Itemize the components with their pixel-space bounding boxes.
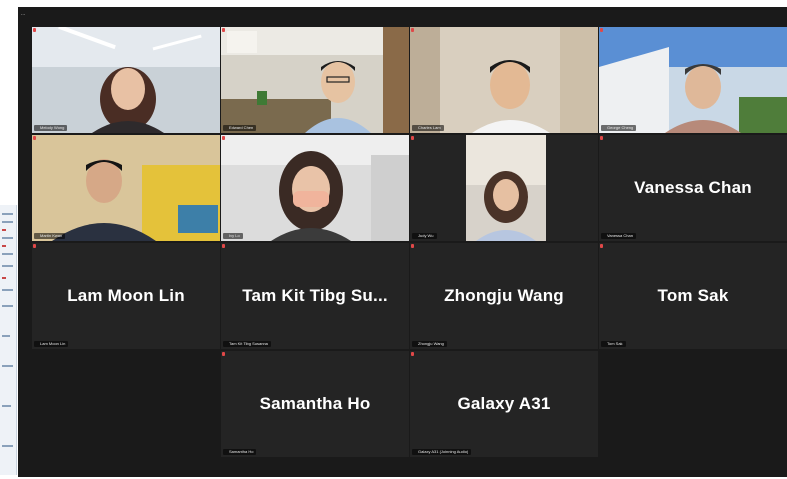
participant-name-label: Martin Kwan (34, 233, 66, 239)
background-document-window (0, 205, 17, 475)
participant-name-label: Galaxy A31 (Joinning Audio) (412, 449, 472, 455)
participant-name-label: Ivy Lo (223, 233, 243, 239)
muted-mic-icon (411, 136, 414, 140)
participant-name-label: Tam Kit Tibg Susanna (223, 341, 271, 347)
muted-mic-icon (222, 28, 225, 32)
muted-mic-icon (600, 244, 603, 248)
window-top-strip: ... (18, 7, 787, 27)
participant-name-label: Vanessa Chan (601, 233, 636, 239)
participant-name-label: Tom Sak (601, 341, 626, 347)
muted-mic-icon (600, 136, 603, 140)
participant-name-label: Samantha Ho (223, 449, 257, 455)
muted-mic-icon (222, 136, 225, 140)
participant-video (410, 27, 598, 133)
muted-mic-icon (411, 352, 414, 356)
muted-mic-icon (222, 352, 225, 356)
participant-tile[interactable]: Ivy Lo (221, 135, 409, 241)
participant-tile[interactable]: Tam Kit Tibg Su... Tam Kit Tibg Susanna (221, 243, 409, 349)
participant-tile[interactable]: Charles Lam (410, 27, 598, 133)
muted-mic-icon (33, 244, 36, 248)
muted-mic-icon (411, 244, 414, 248)
participant-video (32, 27, 220, 133)
participant-video (221, 27, 409, 133)
muted-mic-icon (600, 28, 603, 32)
participant-name-label: Lam Moon Lin (34, 341, 69, 347)
participant-tile[interactable]: Judy Wu (410, 135, 598, 241)
participant-display-name: Tom Sak (657, 286, 729, 305)
participant-name-label: George Cheng (601, 125, 637, 131)
participant-tile[interactable]: Zhongju Wang Zhongju Wang (410, 243, 598, 349)
participant-tile[interactable]: Tom Sak Tom Sak (599, 243, 787, 349)
participant-display-name: Zhongju Wang (444, 286, 564, 305)
participant-tile[interactable]: Melody Wong (32, 27, 220, 133)
participant-tile[interactable]: George Cheng (599, 27, 787, 133)
participant-name-label: Judy Wu (412, 233, 437, 239)
muted-mic-icon (222, 244, 225, 248)
participant-name-label: Zhongju Wang (412, 341, 447, 347)
video-call-window: ... Melody Wong Edward Chen Charles Lam … (18, 7, 787, 477)
participant-video (410, 135, 598, 241)
window-title: ... (21, 11, 26, 17)
participant-display-name: Lam Moon Lin (67, 286, 185, 305)
participant-name-label: Melody Wong (34, 125, 68, 131)
participant-tile[interactable]: Vanessa Chan Vanessa Chan (599, 135, 787, 241)
participant-tile[interactable]: Galaxy A31 Galaxy A31 (Joinning Audio) (410, 351, 598, 457)
participant-tile[interactable]: Samantha Ho Samantha Ho (221, 351, 409, 457)
participant-display-name: Samantha Ho (259, 394, 371, 413)
participant-tile[interactable]: Lam Moon Lin Lam Moon Lin (32, 243, 220, 349)
participant-video (32, 135, 220, 241)
participant-video (221, 135, 409, 241)
participant-tile[interactable]: Martin Kwan (32, 135, 220, 241)
participant-name-label: Charles Lam (412, 125, 444, 131)
participant-tile-active-speaker[interactable]: Edward Chen (221, 27, 409, 133)
participant-display-name: Vanessa Chan (634, 178, 752, 197)
participant-display-name: Tam Kit Tibg Su... (242, 286, 388, 305)
muted-mic-icon (33, 28, 36, 32)
participant-video (599, 27, 787, 133)
participant-display-name: Galaxy A31 (457, 394, 551, 413)
muted-mic-icon (33, 136, 36, 140)
muted-mic-icon (411, 28, 414, 32)
participant-name-label: Edward Chen (223, 125, 257, 131)
